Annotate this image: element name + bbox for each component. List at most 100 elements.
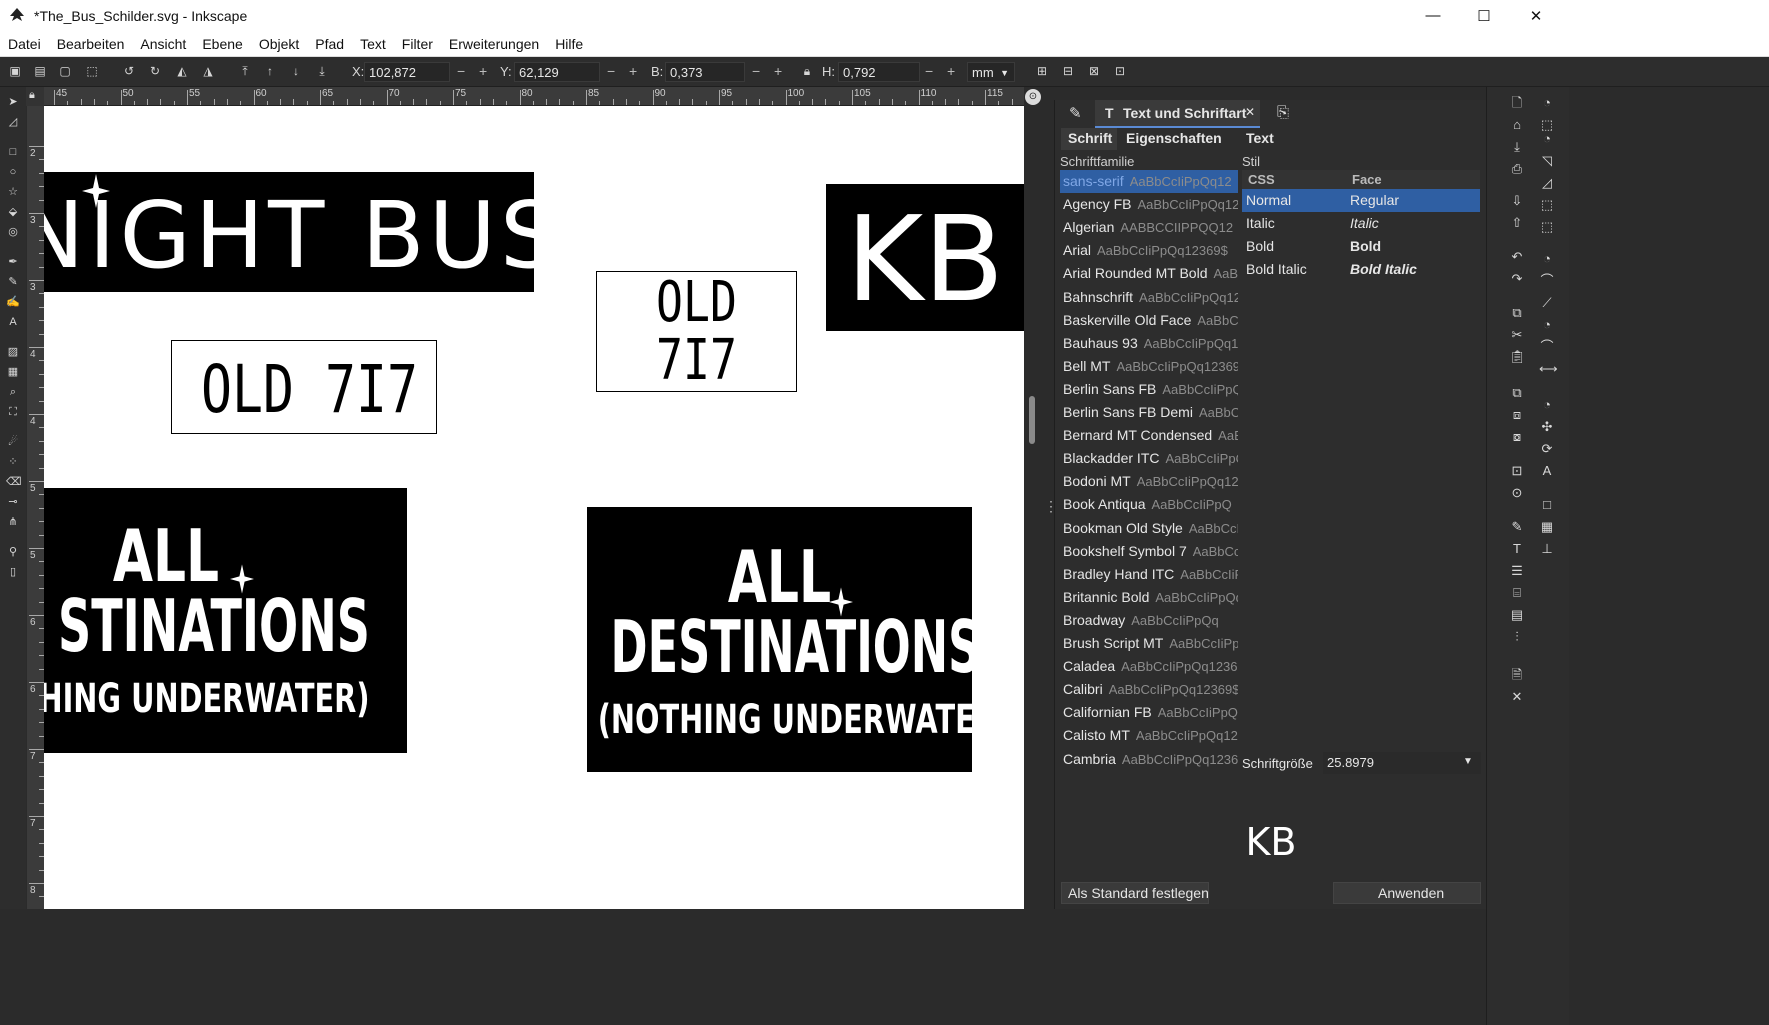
subtab-schrift[interactable]: Schrift — [1061, 128, 1117, 150]
y-field[interactable]: 62,129 — [514, 62, 600, 82]
copy-icon[interactable]: ⧉ — [1509, 305, 1525, 321]
unlink-clone-icon[interactable]: ⧇ — [1509, 429, 1525, 445]
menu-filter[interactable]: Filter — [394, 36, 441, 52]
snap-path-intersections-icon[interactable]: ⌒ — [1539, 273, 1555, 289]
scale-corners-icon[interactable]: ⊟ — [1061, 64, 1075, 78]
close-button[interactable]: ✕ — [1513, 0, 1559, 31]
node-tool-icon[interactable]: ◿ — [6, 115, 20, 129]
minimize-button[interactable]: — — [1410, 0, 1456, 31]
text-font-icon[interactable]: T — [1509, 541, 1525, 557]
text-tool-icon[interactable]: A — [6, 315, 20, 329]
spiral-tool-icon[interactable]: ◎ — [6, 225, 20, 239]
3d-box-tool-icon[interactable]: ⬙ — [6, 205, 20, 219]
lpe-tool-icon[interactable]: ⋔ — [6, 515, 20, 529]
paste-icon[interactable]: 📋︎ — [1509, 349, 1526, 365]
menu-erweiterungen[interactable]: Erweiterungen — [441, 36, 547, 52]
style-list-item[interactable]: Normal Regular — [1242, 189, 1480, 212]
snap-rotation-center-icon[interactable]: ⟳ — [1539, 441, 1555, 457]
menu-pfad[interactable]: Pfad — [307, 36, 352, 52]
font-list-item[interactable]: Algerian AABBCCIIPPQQ12 — [1060, 216, 1238, 239]
pencil-tool-icon[interactable]: ✎ — [6, 275, 20, 289]
font-list-item[interactable]: Britannic Bold AaBbCcIiPpQq — [1060, 586, 1238, 609]
font-list-item[interactable]: Book Antiqua AaBbCcIiPpQ — [1060, 493, 1238, 516]
font-list-item[interactable]: Bernard MT Condensed AaBb — [1060, 424, 1238, 447]
flip-horizontal-icon[interactable]: ◭ — [175, 64, 189, 78]
zoom-tool-icon[interactable]: ⚲ — [6, 545, 20, 559]
pen-tool-icon[interactable]: ✒ — [6, 255, 20, 269]
group-icon[interactable]: ⊡ — [1509, 463, 1525, 479]
print-icon[interactable]: ⎙ — [1509, 161, 1525, 177]
set-default-button[interactable]: Als Standard festlegen — [1061, 882, 1209, 904]
snap-bbox-edge-icon[interactable]: ◔ — [1539, 131, 1555, 147]
style-list-item[interactable]: Bold Italic Bold Italic — [1242, 258, 1480, 281]
menu-ebene[interactable]: Ebene — [194, 36, 250, 52]
snap-paths-icon[interactable]: ◔ — [1539, 251, 1555, 267]
clone-icon[interactable]: ⧈ — [1509, 407, 1525, 423]
snap-others-icon[interactable]: ◔ — [1539, 397, 1555, 413]
preferences-icon[interactable]: ✕ — [1509, 689, 1525, 705]
text-font-tab[interactable]: T Text und Schriftart ✕ — [1095, 100, 1260, 128]
font-list-item[interactable]: Bookman Old Style AaBbCcI — [1060, 517, 1238, 540]
layers-icon[interactable]: ☰ — [1509, 563, 1525, 579]
scale-stroke-icon[interactable]: ⊞ — [1035, 64, 1049, 78]
fill-stroke-icon[interactable]: ✎ — [1509, 519, 1525, 535]
deselect-icon[interactable]: ▢ — [58, 64, 72, 78]
width-field[interactable]: 0,373 — [665, 62, 745, 82]
unit-select[interactable]: mm ▼ — [967, 62, 1015, 82]
y-decrement-button[interactable]: − — [607, 63, 615, 79]
fill-stroke-tab-icon[interactable]: ✎ — [1069, 104, 1082, 122]
height-field[interactable]: 0,792 — [838, 62, 920, 82]
calligraphy-tool-icon[interactable]: ✍ — [6, 295, 20, 309]
menu-datei[interactable]: Datei — [0, 36, 49, 52]
dropper-tool-icon[interactable]: ⌕ — [6, 385, 20, 399]
menu-objekt[interactable]: Objekt — [251, 36, 307, 52]
snap-guide-icon[interactable]: ⊥ — [1539, 541, 1555, 557]
sign-all-destinations-right[interactable]: ALL DESTINATIONS (NOTHING UNDERWATER) — [587, 507, 972, 772]
sign-kb[interactable]: KB — [826, 184, 1024, 331]
font-list-item[interactable]: Berlin Sans FB AaBbCcIiPpQq — [1060, 378, 1238, 401]
snap-nodes-icon[interactable]: ⬚ — [1539, 219, 1555, 235]
snap-text-baseline-icon[interactable]: A — [1539, 463, 1555, 479]
export-tab-icon[interactable]: ⎘ — [1277, 104, 1289, 121]
export-icon[interactable]: ⇧ — [1509, 215, 1525, 231]
select-all-layers-icon[interactable]: ▤ — [33, 64, 47, 78]
connector-tool-icon[interactable]: ⊸ — [6, 495, 20, 509]
save-icon[interactable]: ⤓ — [1509, 139, 1525, 155]
drawing-canvas[interactable]: NIGHT BUS OLD 7I7 OLD 7I7 KB ALL STINATI… — [44, 106, 1024, 909]
sign-all-destinations-left[interactable]: ALL STINATIONS HING UNDERWATER) — [44, 488, 407, 753]
snap-midpoints-icon[interactable]: ⌒ — [1539, 339, 1555, 355]
font-list-item[interactable]: Blackadder ITC AaBbCcIiPpQ — [1060, 447, 1238, 470]
lower-to-bottom-icon[interactable]: ⤓ — [315, 64, 329, 78]
subtab-text[interactable]: Text — [1246, 130, 1274, 146]
align-icon[interactable]: ⫶ — [1509, 629, 1525, 645]
font-list-item[interactable]: Brush Script MT AaBbCcIiPp — [1060, 632, 1238, 655]
width-decrement-button[interactable]: − — [752, 63, 760, 79]
new-document-icon[interactable]: 🗋︎ — [1509, 95, 1525, 111]
snap-smooth-nodes-icon[interactable]: ◔ — [1539, 317, 1555, 333]
rotate-cw-icon[interactable]: ↻ — [148, 64, 162, 78]
duplicate-icon[interactable]: ⧉ — [1509, 385, 1525, 401]
lock-ratio-icon[interactable]: 🔒︎ — [800, 64, 814, 78]
menu-text[interactable]: Text — [352, 36, 394, 52]
width-increment-button[interactable]: + — [774, 63, 782, 79]
tweak-tool-icon[interactable]: ☄ — [6, 435, 20, 449]
snap-bbox-center-icon[interactable]: ⬚ — [1539, 197, 1555, 213]
rectangle-tool-icon[interactable]: □ — [6, 145, 20, 159]
eraser-tool-icon[interactable]: ⌫ — [6, 475, 22, 489]
xml-editor-icon[interactable]: ⌸ — [1509, 585, 1525, 601]
zoom-corner-icon[interactable]: ⊙ — [1025, 89, 1041, 105]
raise-to-top-icon[interactable]: ⤒ — [238, 64, 252, 78]
vertical-scrollbar-thumb[interactable] — [1029, 396, 1035, 444]
undo-icon[interactable]: ↶ — [1509, 249, 1525, 265]
snap-grid-icon[interactable]: ▦ — [1539, 519, 1555, 535]
touch-select-icon[interactable]: ⬚ — [85, 64, 99, 78]
tab-close-icon[interactable]: ✕ — [1245, 105, 1255, 119]
font-list-item[interactable]: Bahnschrift AaBbCcIiPpQq12 — [1060, 286, 1238, 309]
apply-button[interactable]: Anwenden — [1333, 882, 1481, 904]
mesh-tool-icon[interactable]: ▦ — [6, 365, 20, 379]
maximize-button[interactable]: ☐ — [1461, 0, 1507, 31]
ungroup-icon[interactable]: ⊙ — [1509, 485, 1525, 501]
font-list-item[interactable]: Arial Rounded MT Bold AaB — [1060, 262, 1238, 285]
sign-old-717-wide[interactable]: OLD 7I7 — [171, 340, 437, 434]
raise-icon[interactable]: ↑ — [263, 64, 277, 78]
